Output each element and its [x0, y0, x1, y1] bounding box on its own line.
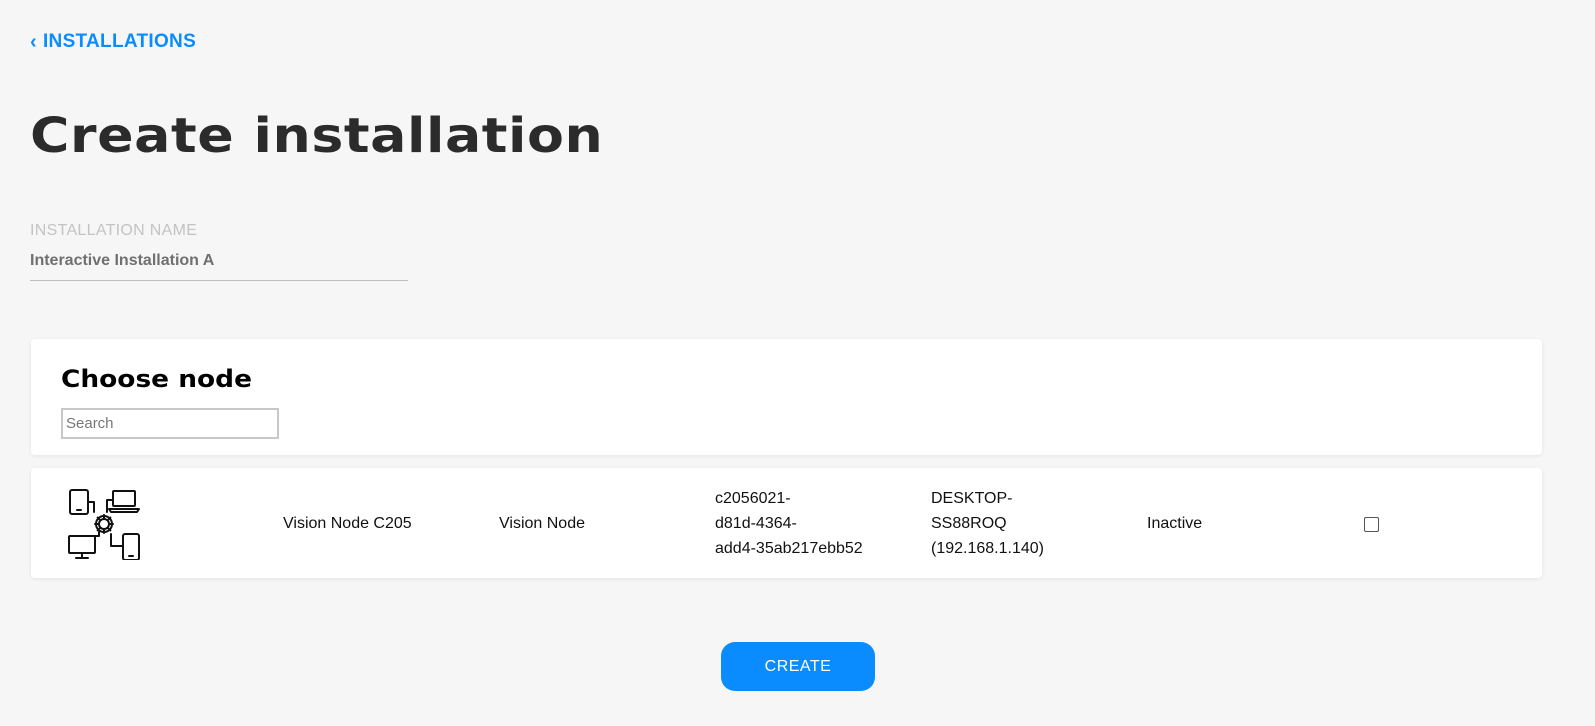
back-to-installations-link[interactable]: ‹ INSTALLATIONS	[30, 31, 196, 53]
back-link-label: INSTALLATIONS	[42, 31, 197, 52]
node-host: DESKTOP- SS88ROQ (192.168.1.140)	[931, 486, 1091, 561]
create-button[interactable]: CREATE	[721, 642, 875, 691]
node-status: Inactive	[1147, 515, 1203, 532]
node-type: Vision Node	[499, 515, 585, 532]
node-id-line: add4-35ab217ebb52	[715, 540, 863, 557]
node-id-line: d81d-4364-	[715, 515, 797, 532]
node-host-line: DESKTOP-	[931, 490, 1013, 507]
installation-name-label: INSTALLATION NAME	[30, 222, 198, 239]
page-title: Create installation	[30, 108, 604, 164]
node-host-line: SS88ROQ	[931, 515, 1007, 532]
node-select-checkbox[interactable]	[1364, 517, 1379, 532]
node-name: Vision Node C205	[283, 515, 412, 532]
installation-name-input[interactable]	[30, 252, 408, 281]
choose-node-panel: Choose node	[31, 339, 1542, 455]
installation-name-field: INSTALLATION NAME	[30, 222, 408, 281]
node-host-line: (192.168.1.140)	[931, 540, 1044, 557]
devices-network-icon	[68, 489, 140, 560]
choose-node-heading: Choose node	[61, 365, 252, 393]
node-id: c2056021- d81d-4364- add4-35ab217ebb52	[715, 486, 895, 561]
node-id-line: c2056021-	[715, 490, 791, 507]
node-row[interactable]: Vision Node C205 Vision Node c2056021- d…	[31, 468, 1542, 578]
node-search-input[interactable]	[61, 408, 279, 439]
chevron-left-icon: ‹	[30, 31, 37, 53]
